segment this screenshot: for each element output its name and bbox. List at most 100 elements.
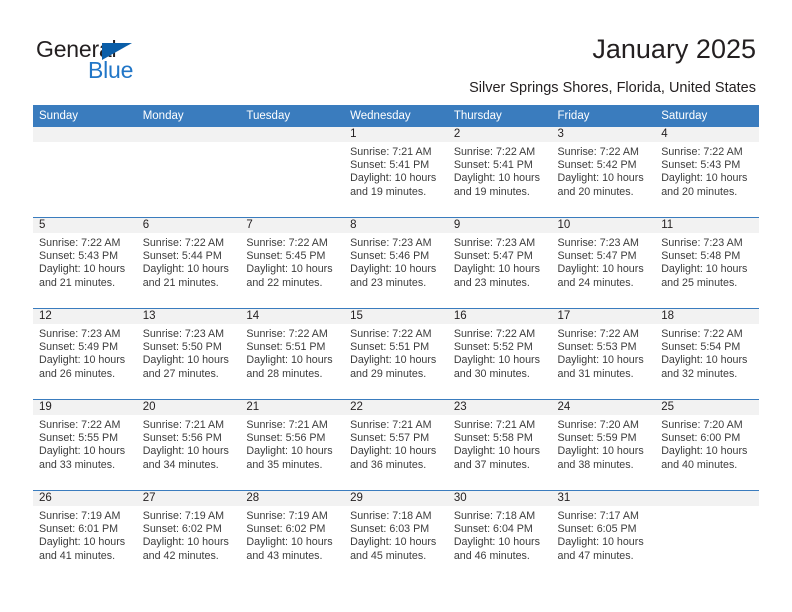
day-details: Sunrise: 7:20 AM Sunset: 5:59 PM Daylight:… bbox=[552, 415, 656, 472]
calendar-day-cell[interactable]: 26 Sunrise: 7:19 AM Sunset: 6:01 PM Dayligh… bbox=[33, 491, 137, 582]
daylight-text-line1: Daylight: 10 hours bbox=[557, 445, 644, 458]
day-cell-inner: 11 Sunrise: 7:23 AM Sunset: 5:48 PM Dayligh… bbox=[655, 218, 759, 308]
calendar-day-cell[interactable]: 18 Sunrise: 7:22 AM Sunset: 5:54 PM Dayligh… bbox=[655, 309, 759, 400]
day-cell-inner: 17 Sunrise: 7:22 AM Sunset: 5:53 PM Dayligh… bbox=[551, 309, 656, 399]
calendar-day-cell[interactable]: 15 Sunrise: 7:22 AM Sunset: 5:51 PM Dayligh… bbox=[344, 309, 448, 400]
daylight-text-line1: Daylight: 10 hours bbox=[246, 354, 333, 367]
day-cell-inner: 27 Sunrise: 7:19 AM Sunset: 6:02 PM Dayligh… bbox=[136, 491, 241, 581]
daylight-text-line1: Daylight: 10 hours bbox=[557, 354, 644, 367]
calendar-day-cell[interactable]: 23 Sunrise: 7:21 AM Sunset: 5:58 PM Dayligh… bbox=[447, 400, 552, 491]
daylight-text-line1: Daylight: 10 hours bbox=[661, 263, 748, 276]
calendar-day-cell[interactable]: 7 Sunrise: 7:22 AM Sunset: 5:45 PM Daylight… bbox=[240, 218, 345, 309]
calendar-day-cell[interactable]: 13 Sunrise: 7:23 AM Sunset: 5:50 PM Dayligh… bbox=[136, 309, 241, 400]
calendar-day-cell[interactable]: 17 Sunrise: 7:22 AM Sunset: 5:53 PM Dayligh… bbox=[551, 309, 656, 400]
day-number bbox=[33, 127, 137, 142]
calendar-day-cell[interactable]: 28 Sunrise: 7:19 AM Sunset: 6:02 PM Dayligh… bbox=[240, 491, 345, 582]
sunrise-text: Sunrise: 7:23 AM bbox=[557, 237, 639, 249]
daylight-text-line1: Daylight: 10 hours bbox=[453, 445, 540, 458]
calendar-day-cell[interactable]: 29 Sunrise: 7:18 AM Sunset: 6:03 PM Dayligh… bbox=[344, 491, 448, 582]
calendar-body: 1 Sunrise: 7:21 AM Sunset: 5:41 PM Daylight… bbox=[33, 127, 759, 581]
calendar-week-row: 12 Sunrise: 7:23 AM Sunset: 5:49 PM Dayligh… bbox=[33, 308, 759, 400]
day-cell-inner: 9 Sunrise: 7:23 AM Sunset: 5:47 PM Daylight… bbox=[447, 218, 552, 308]
sunrise-text: Sunrise: 7:22 AM bbox=[246, 328, 328, 340]
day-cell-inner: 18 Sunrise: 7:22 AM Sunset: 5:54 PM Dayligh… bbox=[655, 309, 759, 399]
calendar-day-cell[interactable]: 14 Sunrise: 7:22 AM Sunset: 5:51 PM Dayligh… bbox=[240, 309, 345, 400]
day-cell-inner: 3 Sunrise: 7:22 AM Sunset: 5:42 PM Daylight… bbox=[551, 127, 656, 217]
day-number: 18 bbox=[655, 309, 759, 324]
calendar-day-cell[interactable]: 10 Sunrise: 7:23 AM Sunset: 5:47 PM Dayligh… bbox=[551, 218, 656, 309]
sunset-text: Sunset: 5:49 PM bbox=[39, 341, 119, 354]
day-cell-inner: 12 Sunrise: 7:23 AM Sunset: 5:49 PM Dayligh… bbox=[33, 309, 137, 399]
daylight-text-line1: Daylight: 10 hours bbox=[142, 445, 229, 458]
calendar-day-cell[interactable]: 21 Sunrise: 7:21 AM Sunset: 5:56 PM Dayligh… bbox=[240, 400, 345, 491]
day-number: 23 bbox=[447, 400, 552, 415]
sunset-text: Sunset: 5:57 PM bbox=[350, 432, 430, 445]
calendar-day-cell[interactable]: 30 Sunrise: 7:18 AM Sunset: 6:04 PM Dayligh… bbox=[447, 491, 552, 582]
day-details: Sunrise: 7:21 AM Sunset: 5:41 PM Daylight:… bbox=[344, 142, 448, 199]
calendar-day-cell[interactable]: 6 Sunrise: 7:22 AM Sunset: 5:44 PM Daylight… bbox=[136, 218, 241, 309]
daylight-text-line1: Daylight: 10 hours bbox=[39, 445, 126, 458]
weekday-header-thursday: Thursday bbox=[447, 105, 552, 127]
calendar-day-cell[interactable]: 27 Sunrise: 7:19 AM Sunset: 6:02 PM Dayligh… bbox=[136, 491, 241, 582]
sunrise-text: Sunrise: 7:21 AM bbox=[246, 419, 328, 431]
day-number: 17 bbox=[551, 309, 656, 324]
day-cell-inner: 8 Sunrise: 7:23 AM Sunset: 5:46 PM Daylight… bbox=[344, 218, 448, 308]
calendar-day-cell[interactable]: 20 Sunrise: 7:21 AM Sunset: 5:56 PM Dayligh… bbox=[136, 400, 241, 491]
calendar-day-cell[interactable]: 9 Sunrise: 7:23 AM Sunset: 5:47 PM Daylight… bbox=[447, 218, 552, 309]
daylight-text-line2: and 33 minutes. bbox=[39, 458, 116, 471]
day-details: Sunrise: 7:20 AM Sunset: 6:00 PM Daylight:… bbox=[655, 415, 759, 472]
daylight-text-line2: and 24 minutes. bbox=[557, 276, 634, 289]
daylight-text-line2: and 46 minutes. bbox=[453, 549, 530, 562]
calendar-day-cell[interactable]: 11 Sunrise: 7:23 AM Sunset: 5:48 PM Dayligh… bbox=[655, 218, 759, 309]
calendar-day-cell[interactable]: 8 Sunrise: 7:23 AM Sunset: 5:46 PM Daylight… bbox=[344, 218, 448, 309]
sunset-text: Sunset: 5:53 PM bbox=[557, 341, 637, 354]
daylight-text-line1: Daylight: 10 hours bbox=[557, 536, 644, 549]
daylight-text-line1: Daylight: 10 hours bbox=[661, 354, 748, 367]
day-number: 24 bbox=[551, 400, 656, 415]
sunrise-text: Sunrise: 7:19 AM bbox=[39, 510, 121, 522]
day-cell-inner: 19 Sunrise: 7:22 AM Sunset: 5:55 PM Dayligh… bbox=[33, 400, 137, 490]
sunset-text: Sunset: 5:59 PM bbox=[557, 432, 637, 445]
general-blue-logo[interactable]: General Blue bbox=[36, 36, 236, 88]
day-number: 22 bbox=[344, 400, 448, 415]
calendar-day-cell bbox=[33, 127, 137, 218]
sunset-text: Sunset: 5:51 PM bbox=[350, 341, 430, 354]
sunrise-text: Sunrise: 7:18 AM bbox=[350, 510, 432, 522]
day-cell-inner: 20 Sunrise: 7:21 AM Sunset: 5:56 PM Dayligh… bbox=[136, 400, 241, 490]
day-details: Sunrise: 7:22 AM Sunset: 5:41 PM Daylight:… bbox=[448, 142, 552, 199]
sunset-text: Sunset: 5:43 PM bbox=[661, 159, 741, 172]
day-number bbox=[240, 127, 345, 142]
calendar-day-cell[interactable]: 4 Sunrise: 7:22 AM Sunset: 5:43 PM Daylight… bbox=[655, 127, 759, 218]
day-number: 31 bbox=[551, 491, 656, 506]
day-details: Sunrise: 7:22 AM Sunset: 5:53 PM Daylight:… bbox=[552, 324, 656, 381]
daylight-text-line2: and 41 minutes. bbox=[39, 549, 116, 562]
calendar-day-cell[interactable]: 2 Sunrise: 7:22 AM Sunset: 5:41 PM Daylight… bbox=[447, 127, 552, 218]
sunset-text: Sunset: 6:04 PM bbox=[453, 523, 533, 536]
daylight-text-line2: and 20 minutes. bbox=[557, 185, 634, 198]
weekday-header-wednesday: Wednesday bbox=[344, 105, 448, 127]
sunrise-sunset-calendar: Sunday Monday Tuesday Wednesday Thursday… bbox=[33, 105, 759, 581]
calendar-day-cell[interactable]: 31 Sunrise: 7:17 AM Sunset: 6:05 PM Dayligh… bbox=[551, 491, 656, 582]
daylight-text-line2: and 21 minutes. bbox=[142, 276, 219, 289]
sunset-text: Sunset: 5:43 PM bbox=[39, 250, 119, 263]
calendar-day-cell[interactable]: 22 Sunrise: 7:21 AM Sunset: 5:57 PM Dayligh… bbox=[344, 400, 448, 491]
sunset-text: Sunset: 5:58 PM bbox=[453, 432, 533, 445]
calendar-day-cell[interactable]: 1 Sunrise: 7:21 AM Sunset: 5:41 PM Daylight… bbox=[344, 127, 448, 218]
calendar-day-cell[interactable]: 25 Sunrise: 7:20 AM Sunset: 6:00 PM Dayligh… bbox=[655, 400, 759, 491]
day-number: 4 bbox=[655, 127, 759, 142]
sunrise-text: Sunrise: 7:22 AM bbox=[661, 146, 743, 158]
daylight-text-line2: and 32 minutes. bbox=[661, 367, 738, 380]
calendar-day-cell[interactable]: 12 Sunrise: 7:23 AM Sunset: 5:49 PM Dayligh… bbox=[33, 309, 137, 400]
calendar-day-cell[interactable]: 5 Sunrise: 7:22 AM Sunset: 5:43 PM Daylight… bbox=[33, 218, 137, 309]
day-number: 25 bbox=[655, 400, 759, 415]
calendar-day-cell[interactable]: 24 Sunrise: 7:20 AM Sunset: 5:59 PM Dayligh… bbox=[551, 400, 656, 491]
sunset-text: Sunset: 5:44 PM bbox=[142, 250, 222, 263]
day-number: 19 bbox=[33, 400, 137, 415]
calendar-page: General Blue January 2025 Silver Springs… bbox=[0, 0, 792, 612]
calendar-day-cell[interactable]: 19 Sunrise: 7:22 AM Sunset: 5:55 PM Dayligh… bbox=[33, 400, 137, 491]
sunrise-text: Sunrise: 7:17 AM bbox=[557, 510, 639, 522]
daylight-text-line1: Daylight: 10 hours bbox=[661, 445, 748, 458]
day-number: 16 bbox=[447, 309, 552, 324]
calendar-day-cell[interactable]: 16 Sunrise: 7:22 AM Sunset: 5:52 PM Dayligh… bbox=[447, 309, 552, 400]
calendar-day-cell[interactable]: 3 Sunrise: 7:22 AM Sunset: 5:42 PM Daylight… bbox=[551, 127, 656, 218]
